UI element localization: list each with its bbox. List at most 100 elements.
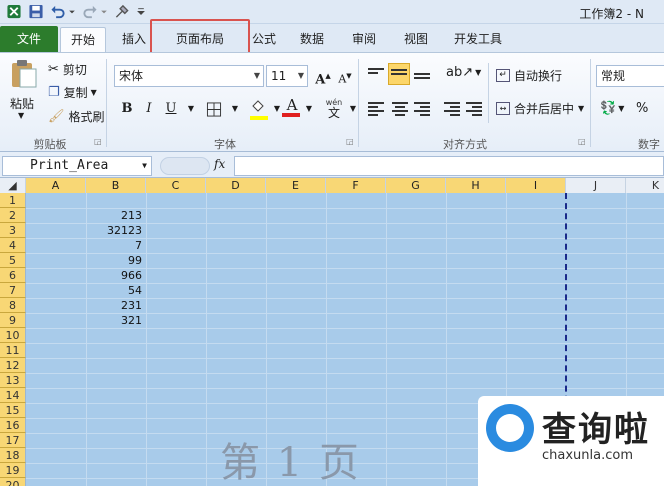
cell-value[interactable]: 7 [86,238,142,253]
merge-center-button[interactable]: ↔ 合并后居中 ▼ [496,100,584,117]
increase-indent-icon[interactable] [466,102,482,116]
bold-button[interactable]: B [116,98,138,120]
font-size-dropdown-icon[interactable]: ▼ [298,66,304,86]
shrink-font-button[interactable]: A▼ [334,65,356,87]
row-header[interactable]: 12 [0,358,26,373]
row-header[interactable]: 20 [0,478,26,486]
copy-dropdown-icon[interactable]: ▼ [91,88,97,97]
paste-button[interactable]: 粘贴 [10,95,34,112]
merge-center-dropdown-icon[interactable]: ▼ [578,104,584,113]
tab-data[interactable]: 数据 [292,29,332,51]
redo-icon[interactable] [82,4,98,19]
column-header[interactable]: F [326,178,386,193]
cell-value[interactable]: 231 [86,298,142,313]
tab-file[interactable]: 文件 [0,26,58,52]
row-header[interactable]: 19 [0,463,26,478]
cell-value[interactable]: 99 [86,253,142,268]
column-header[interactable]: G [386,178,446,193]
row-header[interactable]: 8 [0,298,26,313]
row-header[interactable]: 2 [0,208,26,223]
save-icon[interactable] [28,4,44,19]
tab-developer[interactable]: 开发工具 [446,29,510,51]
paste-icon[interactable] [8,59,38,89]
font-name-dropdown-icon[interactable]: ▼ [254,66,260,86]
row-header[interactable]: 10 [0,328,26,343]
wrap-text-button[interactable]: ↵ 自动换行 [496,67,562,84]
name-box-dropdown-icon[interactable]: ▼ [142,157,147,175]
tools-icon[interactable] [114,4,130,19]
select-all-corner[interactable]: ◢ [0,178,26,193]
row-header[interactable]: 9 [0,313,26,328]
row-header[interactable]: 4 [0,238,26,253]
underline-dropdown-icon[interactable]: ▼ [180,98,202,120]
italic-button[interactable]: I [138,98,160,120]
row-header[interactable]: 18 [0,448,26,463]
row-header[interactable]: 13 [0,373,26,388]
row-header[interactable]: 16 [0,418,26,433]
name-box[interactable]: Print_Area ▼ [2,156,152,176]
row-header[interactable]: 5 [0,253,26,268]
align-middle-button[interactable] [388,63,410,85]
tab-view[interactable]: 视图 [396,29,436,51]
redo-dropdown-icon[interactable] [100,4,108,19]
row-header[interactable]: 14 [0,388,26,403]
accounting-format-button[interactable]: 💱 ▼ [600,101,624,116]
align-center-icon[interactable] [392,102,408,116]
row-header[interactable]: 3 [0,223,26,238]
tab-review[interactable]: 审阅 [344,29,384,51]
row-header[interactable]: 7 [0,283,26,298]
cell-value[interactable]: 213 [86,208,142,223]
cell-value[interactable]: 32123 [86,223,142,238]
font-launcher-icon[interactable]: ◲ [346,137,354,146]
alignment-launcher-icon[interactable]: ◲ [578,137,586,146]
undo-icon[interactable] [50,4,66,19]
column-header[interactable]: H [446,178,506,193]
align-top-icon[interactable] [368,68,384,82]
formula-bar-resizer[interactable] [160,157,210,175]
borders-dropdown-icon[interactable]: ▼ [224,98,246,120]
copy-button[interactable]: ❐ 复制 ▼ [48,84,97,101]
paste-dropdown-icon[interactable]: ▼ [18,111,24,120]
column-header[interactable]: J [566,178,626,193]
phonetic-dropdown-icon[interactable]: ▼ [342,98,364,120]
row-header[interactable]: 6 [0,268,26,283]
row-header[interactable]: 1 [0,193,26,208]
cell-value[interactable]: 321 [86,313,142,328]
grow-font-button[interactable]: A▲ [312,65,334,87]
orientation-dropdown-icon[interactable]: ▼ [475,68,481,77]
cell-value[interactable]: 54 [86,283,142,298]
tab-home[interactable]: 开始 [60,27,106,53]
insert-function-button[interactable]: fx [214,157,225,171]
underline-button[interactable]: U [160,98,182,120]
font-color-dropdown-icon[interactable]: ▼ [298,98,320,120]
borders-icon[interactable] [206,102,222,117]
column-header[interactable]: D [206,178,266,193]
column-header[interactable]: K [626,178,664,193]
row-header[interactable]: 17 [0,433,26,448]
format-painter-button[interactable]: 🖌 格式刷 [48,108,105,125]
column-header[interactable]: B [86,178,146,193]
font-name-select[interactable]: 宋体 ▼ [114,65,264,87]
number-format-select[interactable]: 常规 [596,65,664,87]
undo-dropdown-icon[interactable] [68,4,76,19]
cell-value[interactable]: 966 [86,268,142,283]
row-header[interactable]: 11 [0,343,26,358]
excel-app-icon[interactable] [6,4,22,19]
row-header[interactable]: 15 [0,403,26,418]
percent-button[interactable]: % [636,101,648,116]
align-left-icon[interactable] [368,102,384,116]
orientation-button[interactable]: ab↗ ▼ [446,65,481,80]
tab-formulas[interactable]: 公式 [244,29,284,51]
formula-input[interactable] [234,156,664,176]
decrease-indent-icon[interactable] [444,102,460,116]
column-header[interactable]: A [26,178,86,193]
customize-toolbar-icon[interactable] [137,4,145,19]
column-header[interactable]: E [266,178,326,193]
column-header[interactable]: C [146,178,206,193]
align-right-icon[interactable] [414,102,430,116]
align-bottom-icon[interactable] [414,73,430,87]
column-header[interactable]: I [506,178,566,193]
font-size-select[interactable]: 11 ▼ [266,65,308,87]
cut-button[interactable]: ✂ 剪切 [48,61,87,78]
clipboard-launcher-icon[interactable]: ◲ [94,137,102,146]
